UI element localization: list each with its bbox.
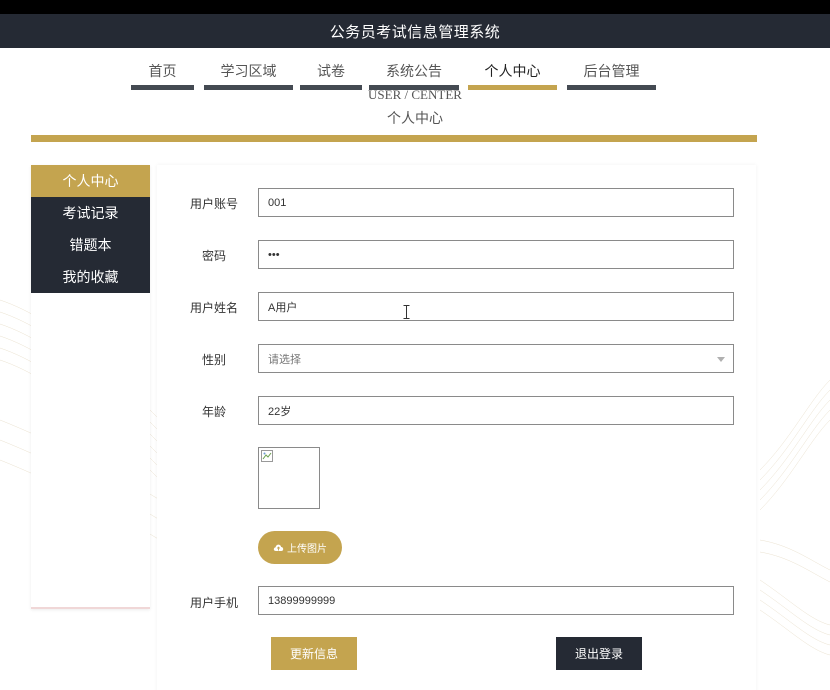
page-heading-zh: 个人中心 [387, 111, 443, 127]
nav-item-label: 首页 [148, 64, 177, 80]
app-header: 公务员考试信息管理系统 [0, 14, 830, 48]
name-label: 用户姓名 [189, 301, 238, 315]
logout-button[interactable]: 退出登录 [556, 637, 642, 670]
password-label: 密码 [201, 249, 226, 263]
phone-input[interactable]: 13899999999 [258, 586, 734, 615]
sidebar-item-personal-center[interactable]: 个人中心 [31, 165, 150, 197]
nav-item-label: 系统公告 [386, 64, 442, 80]
sidebar-item-label: 我的收藏 [62, 270, 119, 286]
name-value: A用户 [268, 301, 298, 314]
chevron-down-icon [717, 357, 725, 362]
gender-label: 性别 [201, 353, 226, 367]
nav-item-announcements[interactable]: 系统公告 [369, 48, 459, 90]
phone-label: 用户手机 [189, 596, 238, 610]
nav-item-personal-center[interactable]: 个人中心 [468, 48, 557, 90]
sidebar-item-wrong-questions[interactable]: 错题本 [31, 229, 150, 261]
broken-image-icon [261, 450, 273, 462]
update-info-label: 更新信息 [289, 647, 338, 661]
account-input[interactable]: 001 [258, 188, 734, 217]
account-value: 001 [268, 196, 287, 209]
sidebar: 个人中心 考试记录 错题本 我的收藏 [31, 165, 150, 609]
gender-placeholder: 请选择 [268, 353, 301, 366]
text-cursor-icon [403, 305, 410, 319]
gender-select[interactable]: 请选择 [258, 344, 734, 373]
cloud-upload-icon [273, 544, 284, 551]
nav-item-study[interactable]: 学习区域 [204, 48, 293, 90]
avatar-image-preview [258, 447, 320, 509]
sidebar-item-label: 错题本 [69, 238, 112, 254]
heading-divider [31, 135, 757, 142]
name-input[interactable]: A用户 [258, 292, 734, 321]
nav-item-label: 试卷 [317, 64, 345, 80]
nav-item-admin[interactable]: 后台管理 [567, 48, 656, 90]
nav-item-home[interactable]: 首页 [131, 48, 194, 90]
password-value: ••• [268, 248, 280, 261]
main-nav: 首页 学习区域 试卷 系统公告 个人中心 后台管理 [0, 48, 830, 92]
nav-item-label: 个人中心 [484, 64, 541, 80]
window-top-strip [0, 0, 830, 14]
password-input[interactable]: ••• [258, 240, 734, 269]
nav-item-exam-paper[interactable]: 试卷 [300, 48, 362, 90]
nav-item-label: 后台管理 [583, 64, 640, 80]
sidebar-item-label: 个人中心 [62, 174, 119, 190]
app-title: 公务员考试信息管理系统 [329, 22, 501, 41]
age-value: 22岁 [268, 405, 292, 418]
sidebar-item-label: 考试记录 [62, 206, 119, 222]
upload-image-button[interactable]: 上传图片 [258, 531, 342, 564]
age-label: 年龄 [201, 405, 226, 419]
age-input[interactable]: 22岁 [258, 396, 734, 425]
update-info-button[interactable]: 更新信息 [271, 637, 357, 670]
logout-label: 退出登录 [574, 647, 623, 661]
sidebar-item-exam-records[interactable]: 考试记录 [31, 197, 150, 229]
account-label: 用户账号 [189, 197, 238, 211]
nav-item-label: 学习区域 [220, 64, 277, 80]
page-heading-en: USER / CENTER [368, 90, 462, 102]
phone-value: 13899999999 [268, 594, 336, 607]
upload-label: 上传图片 [287, 544, 327, 555]
sidebar-item-favorites[interactable]: 我的收藏 [31, 261, 150, 293]
